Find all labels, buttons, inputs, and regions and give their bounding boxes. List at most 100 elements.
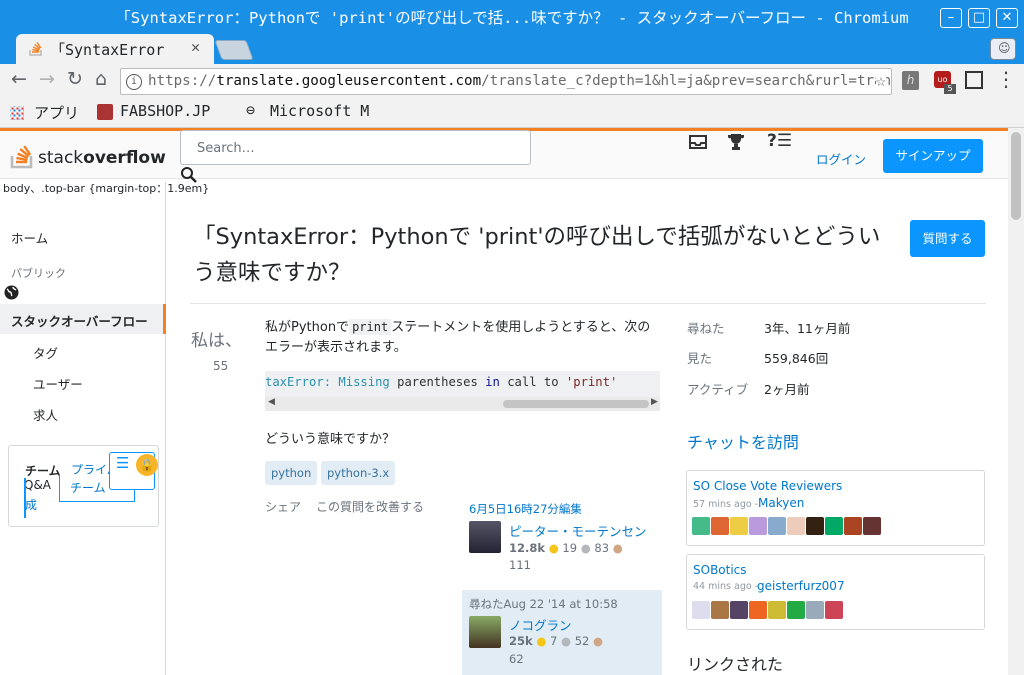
teams-create: 成 xyxy=(25,498,38,512)
apps-grid-icon xyxy=(10,106,24,120)
chat-room-name[interactable]: SO Close Vote Reviewers xyxy=(693,479,842,493)
user-avatar xyxy=(749,517,767,535)
nav-tags[interactable]: タグ xyxy=(33,343,58,362)
bookmark-star-icon[interactable]: ☆ xyxy=(875,69,886,94)
bookmarks-bar: アプリ FABSHOP.JP ⊖ Microsoft M xyxy=(0,98,1024,128)
chat-room-user[interactable]: Makyen xyxy=(758,496,804,510)
address-bar[interactable]: i https://translate.googleusercontent.co… xyxy=(120,68,892,95)
close-button[interactable]: ✕ xyxy=(996,8,1018,28)
left-sidebar xyxy=(0,182,166,675)
teams-divider xyxy=(24,478,26,518)
nav-users[interactable]: ユーザー xyxy=(33,374,83,393)
asker-avatar[interactable] xyxy=(469,616,501,648)
chat-room-time: 57 mins ago - xyxy=(693,499,759,510)
user-avatar xyxy=(787,517,805,535)
user-avatar xyxy=(730,601,748,619)
ask-question-button[interactable]: 質問する xyxy=(910,220,985,257)
improve-link[interactable]: この質問を改善する xyxy=(316,498,424,515)
chat-room-name[interactable]: SOBotics xyxy=(693,563,747,577)
editor-name[interactable]: ピーター・モーテンセン xyxy=(509,521,647,540)
menu-kebab-icon[interactable]: ⋮ xyxy=(996,67,1016,91)
back-arrow-icon[interactable]: ← xyxy=(11,68,27,90)
share-link[interactable]: シェア xyxy=(265,498,301,515)
tab-close-icon[interactable]: ✕ xyxy=(191,38,200,56)
vote-count: 55 xyxy=(213,359,229,373)
scroll-right-icon[interactable]: ▶ xyxy=(651,397,658,407)
user-avatar xyxy=(768,601,786,619)
user-avatar xyxy=(863,517,881,535)
window-title: 「SyntaxError：Pythonで 'print'の呼び出しで括...味で… xyxy=(115,9,909,27)
minimize-button[interactable]: – xyxy=(940,8,962,28)
chat-room-card[interactable]: SO Close Vote Reviewers 57 mins ago - Ma… xyxy=(686,470,985,546)
window-title-bar: 「SyntaxError：Pythonで 'print'の呼び出しで括...味で… xyxy=(0,0,1024,36)
lock-badge-icon: 🔒 xyxy=(136,454,158,476)
chat-heading[interactable]: チャットを訪問 xyxy=(687,429,799,453)
forward-arrow-icon[interactable]: → xyxy=(39,68,55,90)
chat-room-card[interactable]: SOBotics 44 mins ago - geisterfurz007 xyxy=(686,554,985,630)
new-tab-button[interactable] xyxy=(214,40,254,60)
chat-room-user[interactable]: geisterfurz007 xyxy=(757,579,845,593)
nav-stackoverflow-selected[interactable]: スタックオーバーフロー xyxy=(0,304,166,334)
user-avatar xyxy=(825,517,843,535)
linked-heading: リンクされた xyxy=(687,655,784,674)
asked-time: 尋ねたAug 22 '14 at 10:58 xyxy=(469,597,618,611)
chat-room-avatars xyxy=(692,601,844,623)
code-scrollbar[interactable]: ◀ ▶ xyxy=(265,397,660,411)
nav-jobs[interactable]: 求人 xyxy=(33,405,58,424)
reload-icon[interactable]: ↻ xyxy=(67,68,83,90)
user-avatar xyxy=(844,517,862,535)
stackoverflow-logo-icon xyxy=(10,145,33,169)
code-scrollbar-thumb[interactable] xyxy=(503,400,649,408)
user-avatar xyxy=(711,517,729,535)
inbox-icon[interactable] xyxy=(688,134,708,150)
stackoverflow-logo[interactable] xyxy=(10,140,40,170)
extension-h-icon[interactable]: h xyxy=(902,71,919,90)
login-link[interactable]: ログイン xyxy=(816,149,866,168)
asker-reputation: 25k ● 7 ● 52 ● 62 xyxy=(509,634,604,666)
title-divider xyxy=(190,303,986,304)
info-icon[interactable]: i xyxy=(126,74,142,90)
bookmark-microsoft[interactable]: Microsoft M xyxy=(270,102,369,120)
inline-code: print xyxy=(349,319,392,335)
bookmark-apps[interactable]: アプリ xyxy=(34,102,79,123)
stat-asked-label: 尋ねた xyxy=(687,321,725,336)
question-body: 私がPythonで print ステートメントを使用しようとすると、次のエラーが表示… xyxy=(265,319,651,355)
editor-avatar[interactable] xyxy=(469,521,501,553)
asker-card: 尋ねたAug 22 '14 at 10:58 ノコグラン 25k ● 7 ● 5… xyxy=(462,590,662,675)
user-avatar xyxy=(825,601,843,619)
stat-viewed-label: 見た xyxy=(687,351,713,366)
maximize-button[interactable]: □ xyxy=(968,8,990,28)
home-icon[interactable]: ⌂ xyxy=(95,68,107,90)
trophy-icon[interactable] xyxy=(727,133,745,151)
search-input[interactable]: Search… xyxy=(180,130,531,165)
logo-wordmark[interactable]: stackoverflow xyxy=(38,148,166,168)
chat-room-avatars xyxy=(692,517,882,539)
globe-icon xyxy=(4,285,19,300)
question-body-2: どういう意味ですか？ xyxy=(265,432,396,447)
question-title[interactable]: 「SyntaxError：Pythonで 'print'の呼び出しで括弧がないと… xyxy=(193,219,898,291)
signup-button[interactable]: サインアップ xyxy=(883,139,983,173)
bookmark-fabshop[interactable]: FABSHOP.JP xyxy=(120,102,210,120)
user-avatar xyxy=(749,601,767,619)
address-text: https://translate.googleusercontent.com/… xyxy=(148,73,892,89)
screen-capture-icon[interactable] xyxy=(965,71,983,89)
nav-home[interactable]: ホーム xyxy=(11,228,48,247)
link-icon: ⊖ xyxy=(246,101,256,119)
user-avatar xyxy=(787,601,805,619)
page-scrollbar-thumb[interactable] xyxy=(1011,132,1021,220)
teams-team-label: チーム xyxy=(70,481,106,495)
stat-asked-value: 3年、11ヶ月前 xyxy=(764,321,851,336)
browser-tab[interactable]: 「SyntaxError ✕ xyxy=(16,34,214,65)
user-avatar xyxy=(806,601,824,619)
scroll-left-icon[interactable]: ◀ xyxy=(268,397,275,407)
profile-button[interactable]: ☺ xyxy=(990,38,1016,60)
teams-promo-box[interactable]: チーム Q&A 成 プライバ チーム ☰ 🔒 xyxy=(8,445,159,527)
edited-time[interactable]: 6月5日16時27分編集 xyxy=(469,501,582,517)
tag-python[interactable]: python xyxy=(265,461,318,485)
teams-title: チーム xyxy=(25,464,61,478)
tag-python-3x[interactable]: python-3.x xyxy=(321,461,396,485)
help-icon[interactable]: ?☰ xyxy=(767,131,792,151)
stat-viewed-value: 559,846回 xyxy=(764,351,829,366)
user-avatar xyxy=(806,517,824,535)
user-avatar xyxy=(692,601,710,619)
